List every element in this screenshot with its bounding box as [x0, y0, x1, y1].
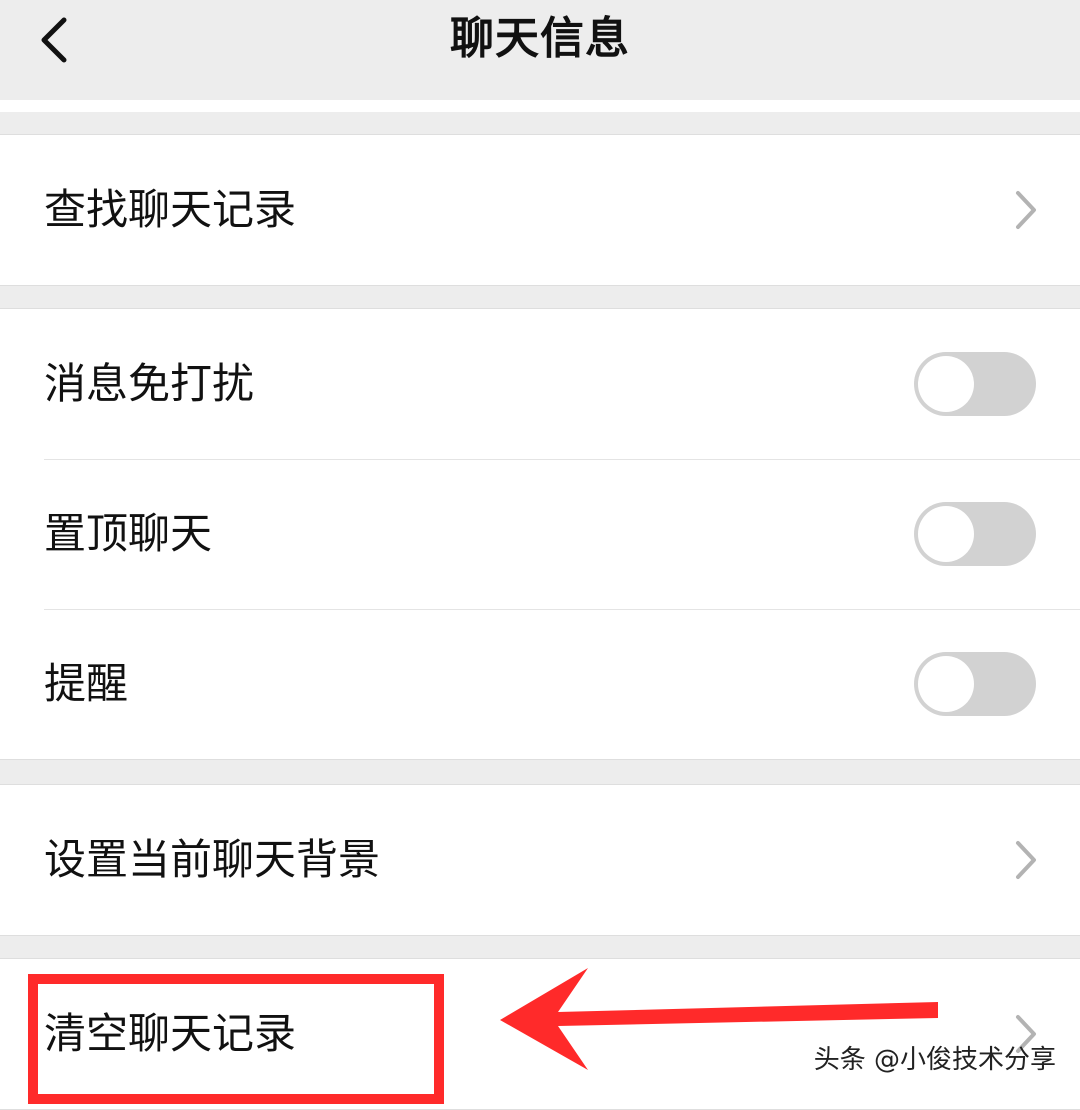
- row-pin-chat: 置顶聊天: [0, 459, 1080, 609]
- row-search-chat-history[interactable]: 查找聊天记录: [0, 135, 1080, 285]
- row-set-chat-background[interactable]: 设置当前聊天背景: [0, 785, 1080, 935]
- chevron-right-icon: [1016, 841, 1036, 879]
- row-label-pin-chat: 置顶聊天: [44, 509, 213, 558]
- row-mute-notifications: 消息免打扰: [0, 309, 1080, 459]
- toggle-knob: [918, 506, 974, 562]
- nav-bar: 聊天信息: [0, 0, 1080, 100]
- watermark: 头条 @小俊技术分享: [813, 1045, 1056, 1075]
- row-label-set-chat-background: 设置当前聊天背景: [44, 835, 381, 884]
- toggle-knob: [918, 356, 974, 412]
- reminder-toggle[interactable]: [914, 652, 1036, 716]
- row-reminder: 提醒: [0, 609, 1080, 759]
- toggles-group: 消息免打扰 置顶聊天 提醒: [0, 308, 1080, 760]
- search-group: 查找聊天记录: [0, 134, 1080, 286]
- chevron-right-icon: [1016, 191, 1036, 229]
- pin-chat-toggle[interactable]: [914, 502, 1036, 566]
- row-label-mute-notifications: 消息免打扰: [44, 359, 255, 408]
- header-divider: [0, 100, 1080, 112]
- row-label-reminder: 提醒: [44, 659, 129, 708]
- page-title: 聊天信息: [450, 13, 630, 64]
- toggle-knob: [918, 656, 974, 712]
- background-group: 设置当前聊天背景: [0, 784, 1080, 936]
- mute-notifications-toggle[interactable]: [914, 352, 1036, 416]
- highlight-box: [28, 974, 444, 1104]
- row-label-search-chat-history: 查找聊天记录: [44, 185, 297, 234]
